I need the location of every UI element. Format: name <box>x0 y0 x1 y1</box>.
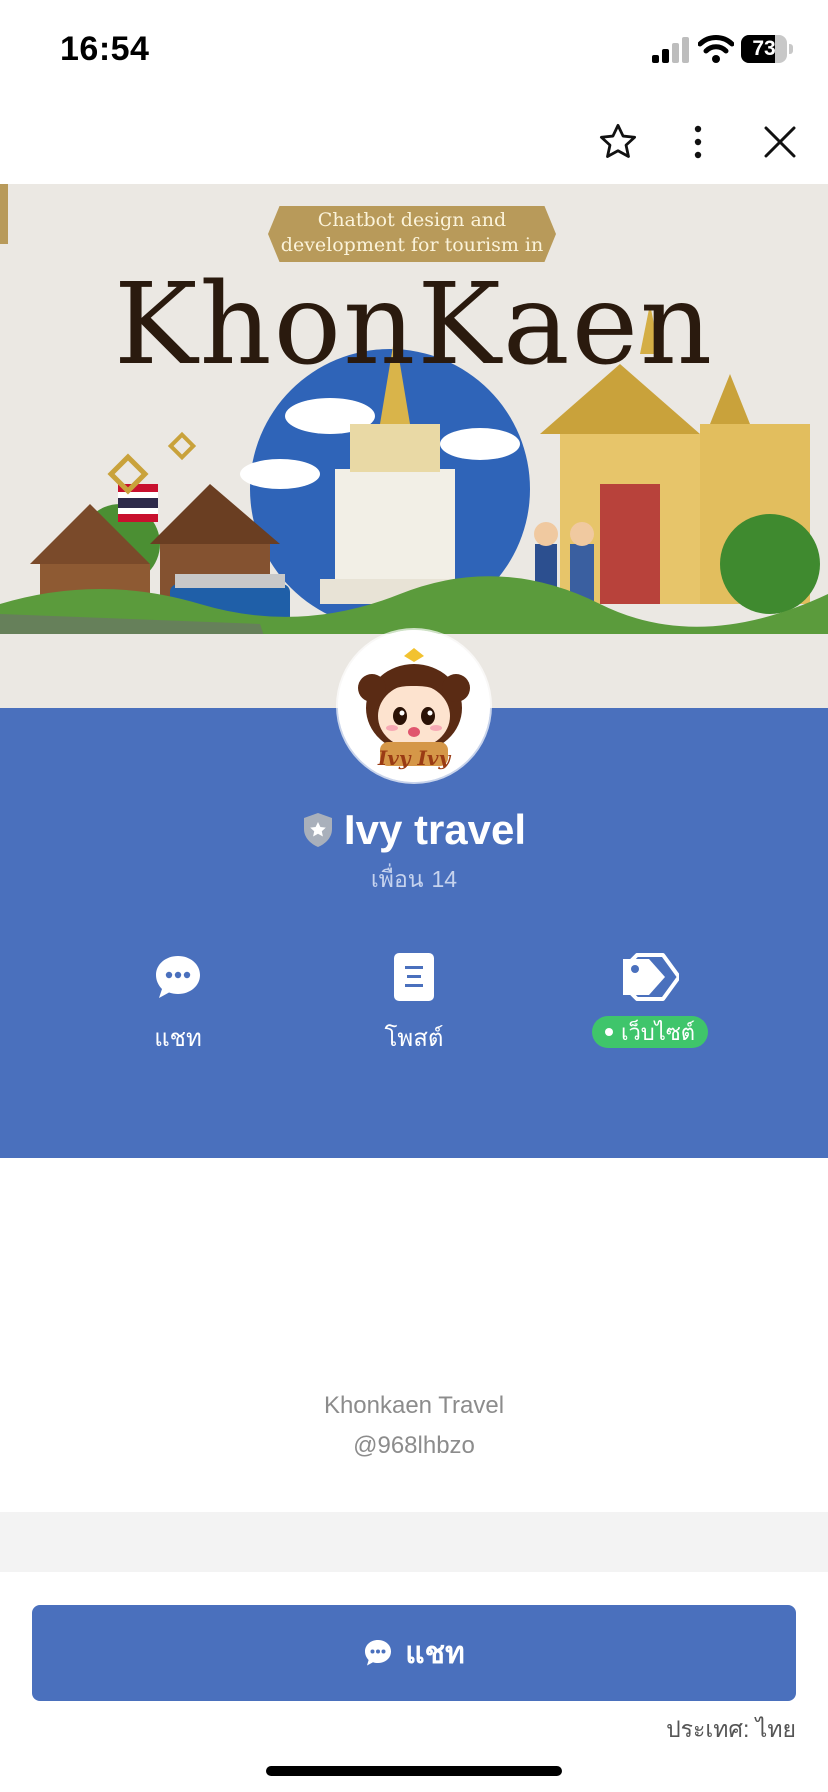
chat-action[interactable]: แชท <box>98 948 258 1058</box>
home-indicator[interactable] <box>266 1766 562 1776</box>
status-bar: 16:54 73 <box>0 0 828 100</box>
cellular-signal-icon <box>652 37 689 63</box>
cover-tagline-line1: Chatbot design and <box>317 209 507 231</box>
top-action-bar <box>0 100 828 184</box>
star-icon <box>599 123 637 158</box>
chat-action-label: แชท <box>154 1025 202 1052</box>
website-pill[interactable]: เว็บไซต์ <box>592 1016 708 1048</box>
friends-number: 14 <box>431 866 458 892</box>
website-action-label: เว็บไซต์ <box>620 1019 696 1045</box>
verified-shield-icon <box>303 813 332 847</box>
tag-icon <box>623 953 679 1001</box>
account-name: Ivy travel <box>343 806 527 853</box>
account-name-row: Ivy travel <box>0 800 828 860</box>
account-line-id: @968lhbzo <box>353 1432 475 1459</box>
cover-tagline-line2: development for tourism in <box>280 234 544 256</box>
cover-title: KhonKaen <box>113 260 715 390</box>
account-display-name: Khonkaen Travel <box>323 1392 505 1419</box>
favorite-button[interactable] <box>594 118 642 166</box>
avatar-illustration: Ivy Ivy <box>338 630 490 782</box>
more-vertical-icon <box>694 125 702 159</box>
website-action[interactable]: เว็บไซต์ <box>570 948 730 1058</box>
account-info: Khonkaen Travel @968lhbzo <box>0 1386 828 1466</box>
close-button[interactable] <box>756 118 804 166</box>
wifi-icon <box>698 35 734 63</box>
battery-icon: 73 <box>741 35 793 63</box>
chat-bubble-icon <box>365 1640 392 1666</box>
battery-level: 73 <box>752 37 776 60</box>
country-label[interactable]: ประเทศ: ไทย <box>666 1712 796 1748</box>
section-divider <box>0 1512 828 1572</box>
post-action-label: โพสต์ <box>384 1025 444 1052</box>
status-dot <box>604 1028 613 1036</box>
chat-bubble-icon <box>156 956 200 998</box>
friends-count: เพื่อน 14 <box>0 862 828 898</box>
chat-button-label: แชท <box>405 1636 465 1670</box>
post-action[interactable]: โพสต์ <box>334 948 494 1058</box>
chat-button[interactable]: แชท <box>32 1605 796 1701</box>
cover-tagline: Chatbot design and development for touri… <box>268 208 556 258</box>
close-icon <box>764 126 796 158</box>
friends-label: เพื่อน <box>370 866 424 892</box>
avatar-text: Ivy Ivy <box>377 746 452 770</box>
more-options-button[interactable] <box>674 118 722 166</box>
post-document-icon <box>394 953 434 1001</box>
avatar[interactable]: Ivy Ivy <box>338 630 490 782</box>
status-time: 16:54 <box>60 30 150 68</box>
